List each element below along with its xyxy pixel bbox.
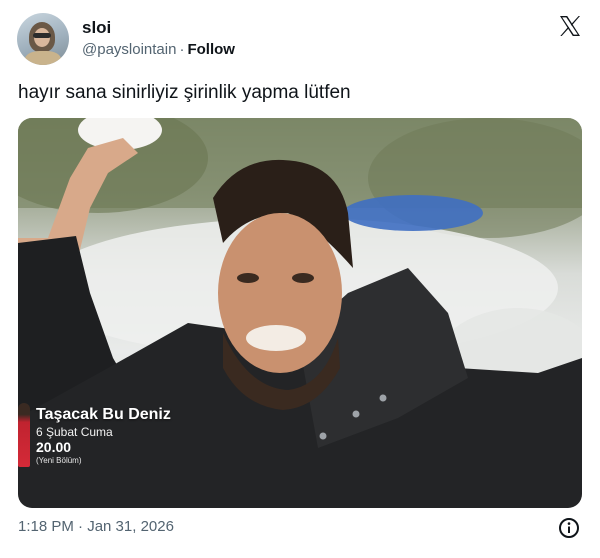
promo-time: 20.00	[36, 439, 72, 455]
media-scene	[18, 118, 582, 508]
promo-subtitle: (Yeni Bölüm)	[36, 456, 82, 465]
promo-figure-graphic	[18, 403, 30, 467]
promo-title: Taşacak Bu Deniz	[36, 406, 171, 423]
follow-button[interactable]: Follow	[187, 41, 235, 58]
author-handle-row: @payslointain · Follow	[82, 41, 235, 58]
tweet-timestamp[interactable]: 1:18 PM · Jan 31, 2026	[18, 518, 174, 535]
tweet-media-image[interactable]	[18, 118, 582, 508]
avatar-shirt	[25, 51, 61, 65]
separator-dot: ·	[179, 41, 185, 58]
info-icon[interactable]	[558, 517, 580, 539]
author-handle[interactable]: @payslointain	[82, 41, 176, 58]
author-avatar[interactable]	[17, 13, 69, 65]
author-display-name[interactable]: sloi	[82, 18, 111, 38]
x-logo-icon[interactable]	[558, 14, 582, 38]
tweet-text: hayır sana sinirliyiz şirinlik yapma lüt…	[18, 82, 351, 103]
avatar-sunglasses	[33, 33, 51, 38]
promo-date: 6 Şubat Cuma	[36, 425, 113, 439]
